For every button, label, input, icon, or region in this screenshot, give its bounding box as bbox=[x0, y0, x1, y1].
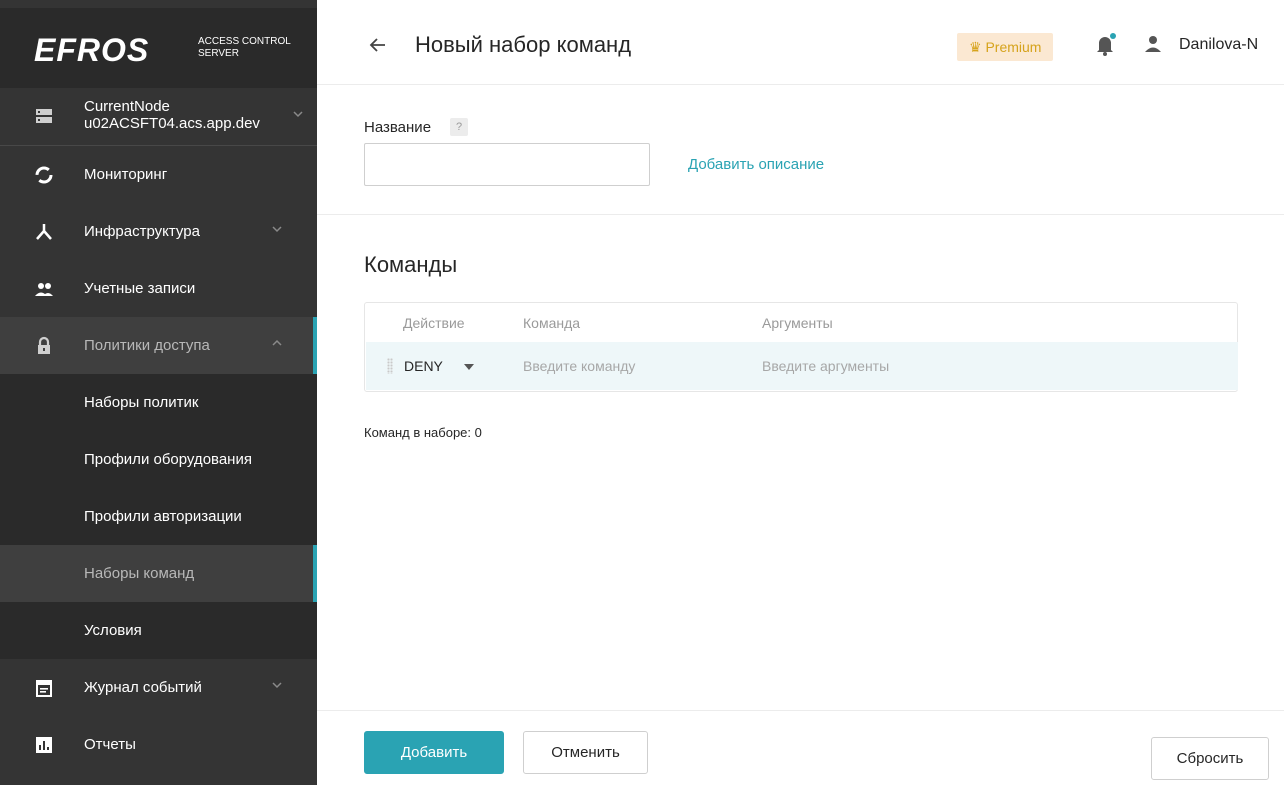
infrastructure-icon bbox=[36, 224, 52, 240]
sidebar-subitem-conditions[interactable]: Условия bbox=[0, 602, 317, 659]
commands-count: Команд в наборе: 0 bbox=[364, 425, 482, 440]
name-label: Название bbox=[364, 119, 432, 136]
sidebar-item-access-policies[interactable]: Политики доступа bbox=[0, 317, 317, 374]
sidebar-item-event-log[interactable]: Журнал событий bbox=[0, 659, 317, 716]
add-description-link[interactable]: Добавить описание bbox=[688, 156, 824, 173]
caret-down-icon[interactable] bbox=[464, 364, 474, 370]
chevron-down-icon bbox=[272, 226, 282, 233]
lock-icon bbox=[38, 336, 50, 354]
column-header-command: Команда bbox=[523, 315, 581, 331]
sidebar-item-label: Профили оборудования bbox=[84, 451, 252, 468]
user-name[interactable]: Danilova-N bbox=[1179, 36, 1258, 54]
commands-table: Действие Команда Аргументы DENY Введите … bbox=[364, 302, 1238, 392]
help-icon[interactable]: ? bbox=[450, 118, 468, 136]
sidebar-item-reports[interactable]: Отчеты bbox=[0, 716, 317, 773]
node-selector[interactable]: CurrentNode u02ACSFT04.acs.app.dev bbox=[0, 88, 317, 146]
server-icon bbox=[36, 109, 52, 123]
sidebar-item-label: Учетные записи bbox=[84, 280, 196, 297]
sidebar-subitem-authorization-profiles[interactable]: Профили авторизации bbox=[0, 488, 317, 545]
notification-bell-icon[interactable] bbox=[1094, 32, 1116, 58]
sidebar-item-monitoring[interactable]: Мониторинг bbox=[0, 146, 317, 203]
accounts-icon bbox=[35, 283, 53, 296]
commands-title: Команды bbox=[364, 252, 458, 277]
sidebar-item-label: Наборы политик bbox=[84, 394, 199, 411]
action-select[interactable]: DENY bbox=[404, 358, 443, 374]
top-bar: Новый набор команд ♛ Premium Danilova-N bbox=[317, 8, 1284, 85]
sidebar-item-accounts[interactable]: Учетные записи bbox=[0, 260, 317, 317]
footer-divider bbox=[317, 710, 1284, 711]
sidebar-item-label: Наборы команд bbox=[84, 565, 195, 582]
command-input[interactable]: Введите команду bbox=[523, 358, 635, 374]
reports-icon bbox=[36, 737, 52, 753]
reset-button[interactable]: Сбросить bbox=[1151, 737, 1269, 780]
sidebar-item-label: Профили авторизации bbox=[84, 508, 242, 525]
premium-label: Premium bbox=[985, 39, 1042, 55]
chevron-up-icon bbox=[272, 339, 282, 346]
sidebar-subitem-command-sets[interactable]: Наборы команд bbox=[0, 545, 317, 602]
user-icon[interactable] bbox=[1143, 34, 1163, 54]
monitoring-icon bbox=[35, 166, 53, 184]
logo-subtitle-line1: ACCESS CONTROL bbox=[198, 36, 291, 47]
back-arrow-icon[interactable] bbox=[367, 34, 389, 56]
sidebar-item-label: Политики доступа bbox=[84, 337, 210, 354]
sidebar-item-label: Журнал событий bbox=[84, 679, 202, 696]
page-title: Новый набор команд bbox=[415, 32, 632, 57]
chevron-down-icon bbox=[272, 682, 282, 689]
premium-badge: ♛ Premium bbox=[957, 33, 1054, 61]
logo-subtitle: ACCESS CONTROL SERVER bbox=[198, 36, 291, 60]
logo[interactable]: EFROS ACCESS CONTROL SERVER bbox=[0, 8, 317, 88]
node-host: u02ACSFT04.acs.app.dev bbox=[84, 115, 260, 132]
sidebar-item-label: Условия bbox=[84, 622, 142, 639]
drag-handle-icon[interactable] bbox=[387, 358, 393, 374]
cancel-button[interactable]: Отменить bbox=[523, 731, 648, 774]
name-input[interactable] bbox=[364, 143, 650, 186]
arguments-input[interactable]: Введите аргументы bbox=[762, 358, 889, 374]
sidebar-subitem-device-profiles[interactable]: Профили оборудования bbox=[0, 431, 317, 488]
crown-icon: ♛ bbox=[969, 39, 982, 55]
sidebar-item-infrastructure[interactable]: Инфраструктура bbox=[0, 203, 317, 260]
add-button[interactable]: Добавить bbox=[364, 731, 504, 774]
column-header-arguments: Аргументы bbox=[762, 315, 833, 331]
logo-subtitle-line2: SERVER bbox=[198, 48, 239, 59]
sidebar-item-label: Мониторинг bbox=[84, 166, 168, 183]
divider bbox=[317, 214, 1284, 215]
table-row: DENY Введите команду Введите аргументы bbox=[366, 342, 1238, 390]
sidebar: EFROS ACCESS CONTROL SERVER CurrentNode … bbox=[0, 0, 317, 785]
sidebar-item-label: Отчеты bbox=[84, 736, 136, 753]
column-header-action: Действие bbox=[403, 315, 465, 331]
sidebar-subitem-policy-sets[interactable]: Наборы политик bbox=[0, 374, 317, 431]
event-log-icon bbox=[36, 680, 52, 697]
node-name: CurrentNode bbox=[84, 98, 170, 115]
chevron-down-icon bbox=[293, 111, 303, 118]
logo-mark: EFROS bbox=[34, 32, 150, 68]
sidebar-item-label: Инфраструктура bbox=[84, 223, 200, 240]
